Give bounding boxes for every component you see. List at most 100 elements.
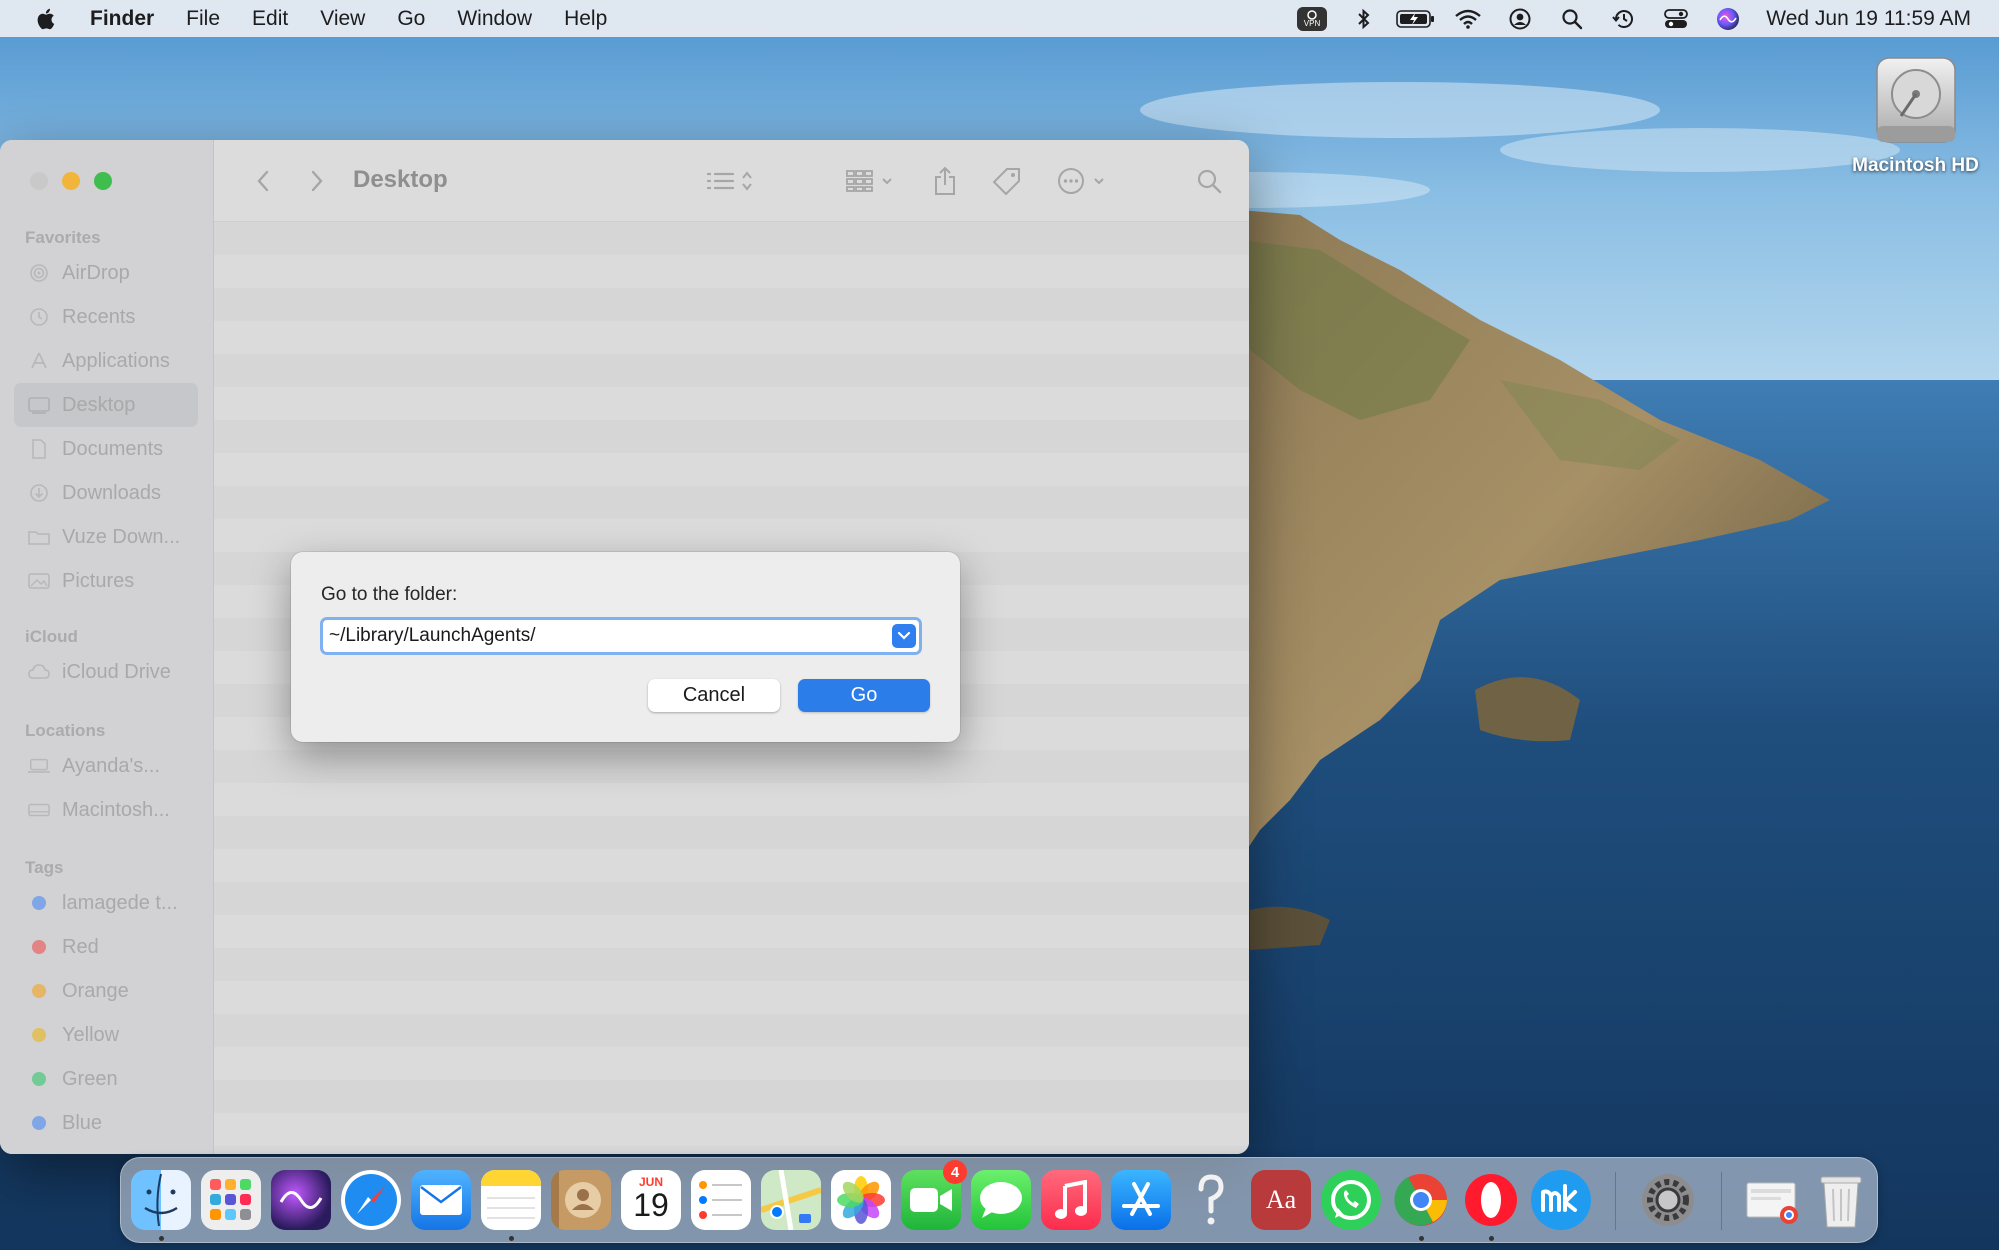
chevron-down-icon: [897, 631, 911, 640]
tag-orange-dot-icon: [32, 984, 46, 998]
sidebar-tag-orange[interactable]: Orange: [14, 969, 198, 1013]
dock-maps[interactable]: [761, 1170, 821, 1230]
dock-mail[interactable]: [411, 1170, 471, 1230]
tag-blue-dot-icon: [32, 896, 46, 910]
menu-file[interactable]: File: [170, 0, 236, 37]
cloud-icon: [28, 661, 50, 683]
dock-chrome[interactable]: [1391, 1170, 1451, 1230]
control-center-icon[interactable]: [1650, 0, 1702, 37]
folder-path-field: [320, 617, 922, 655]
path-history-dropdown[interactable]: [892, 624, 916, 648]
siri-icon[interactable]: [1702, 0, 1754, 37]
sidebar-item-documents[interactable]: Documents: [14, 427, 198, 471]
dock-notes[interactable]: [481, 1170, 541, 1230]
dock-safari[interactable]: [341, 1170, 401, 1230]
sidebar-tag-yellow[interactable]: Yellow: [14, 1013, 198, 1057]
dock-calendar[interactable]: JUN 19: [621, 1170, 681, 1230]
dock-siri[interactable]: [271, 1170, 331, 1230]
menu-window[interactable]: Window: [441, 0, 548, 37]
menu-edit[interactable]: Edit: [236, 0, 304, 37]
menubar-clock[interactable]: Wed Jun 19 11:59 AM: [1754, 7, 1971, 31]
sidebar-tag-blue[interactable]: Blue: [14, 1101, 198, 1145]
dock-facetime[interactable]: 4: [901, 1160, 967, 1230]
dock-reminders[interactable]: [691, 1170, 751, 1230]
minimize-window-button[interactable]: [62, 172, 80, 190]
view-options-button[interactable]: [704, 164, 762, 198]
sidebar-item-icloud-drive[interactable]: iCloud Drive: [14, 650, 198, 694]
battery-icon[interactable]: [1390, 0, 1442, 37]
sidebar-item-applications[interactable]: Applications: [14, 339, 198, 383]
tag-blue-dot-icon: [32, 1116, 46, 1130]
wifi-icon[interactable]: [1442, 0, 1494, 37]
dock-trash[interactable]: [1811, 1170, 1871, 1230]
close-window-button[interactable]: [30, 172, 48, 190]
sidebar-item-ayanda-mac[interactable]: Ayanda's...: [14, 744, 198, 788]
time-machine-icon[interactable]: [1598, 0, 1650, 37]
opera-icon: [1465, 1174, 1517, 1226]
sidebar-item-label: Red: [62, 935, 99, 958]
menu-app-finder[interactable]: Finder: [90, 0, 170, 37]
zoom-window-button[interactable]: [94, 172, 112, 190]
sidebar-item-pictures[interactable]: Pictures: [14, 559, 198, 603]
more-actions-button[interactable]: [1056, 164, 1114, 198]
dock-contacts[interactable]: [551, 1170, 611, 1230]
forward-button[interactable]: [302, 164, 332, 198]
calendar-day: 19: [633, 1187, 669, 1223]
apple-menu-icon[interactable]: [0, 7, 90, 31]
dock-opera[interactable]: [1461, 1170, 1521, 1230]
svg-text:VPN: VPN: [1304, 19, 1321, 28]
tags-button[interactable]: [990, 164, 1024, 198]
dock-app-store[interactable]: [1111, 1170, 1171, 1230]
clock-icon: [28, 306, 50, 328]
sidebar-item-macintosh-hd[interactable]: Macintosh...: [14, 788, 198, 832]
desktop-hd-label: Macintosh HD: [1852, 155, 1979, 176]
sidebar-item-desktop[interactable]: Desktop: [14, 383, 198, 427]
sidebar-tag-red[interactable]: Red: [14, 925, 198, 969]
sidebar-item-downloads[interactable]: Downloads: [14, 471, 198, 515]
facetime-badge: 4: [943, 1160, 967, 1184]
sidebar-item-recents[interactable]: Recents: [14, 295, 198, 339]
group-button[interactable]: [844, 164, 902, 198]
sidebar-item-label: Downloads: [62, 481, 161, 504]
dock-finder[interactable]: [131, 1170, 191, 1230]
menu-view[interactable]: View: [304, 0, 381, 37]
sidebar-item-vuze-downloads[interactable]: Vuze Down...: [14, 515, 198, 559]
grid-icon: [846, 170, 892, 192]
sidebar-header-icloud: iCloud: [25, 627, 78, 646]
sidebar-header-favorites: Favorites: [25, 228, 101, 247]
sidebar-tag-green[interactable]: Green: [14, 1057, 198, 1101]
dock-launchpad[interactable]: [201, 1170, 261, 1230]
dock-mk[interactable]: [1531, 1170, 1591, 1230]
spotlight-icon[interactable]: [1546, 0, 1598, 37]
menu-go[interactable]: Go: [381, 0, 441, 37]
dock-messages[interactable]: [971, 1170, 1031, 1230]
vpn-icon[interactable]: VPN: [1286, 0, 1338, 37]
notes-icon: [481, 1170, 541, 1219]
folder-path-input[interactable]: [329, 620, 889, 652]
user-icon[interactable]: [1494, 0, 1546, 37]
running-indicator: [509, 1236, 514, 1241]
dock-music[interactable]: [1041, 1170, 1101, 1230]
dock-downloads-stack[interactable]: [1743, 1170, 1803, 1230]
maps-icon: [761, 1170, 821, 1230]
menu-help[interactable]: Help: [548, 0, 623, 37]
running-indicator: [159, 1236, 164, 1241]
back-button[interactable]: [248, 164, 278, 198]
sidebar-tag-lamagede[interactable]: lamagede t...: [14, 881, 198, 925]
sidebar-item-airdrop[interactable]: AirDrop: [14, 251, 198, 295]
cancel-button[interactable]: Cancel: [648, 679, 780, 712]
search-button[interactable]: [1192, 164, 1226, 198]
bluetooth-icon[interactable]: [1338, 0, 1390, 37]
running-indicator: [1489, 1236, 1494, 1241]
sidebar-item-label: Orange: [62, 979, 129, 1002]
desktop-macintosh-hd[interactable]: Macintosh HD: [1838, 54, 1993, 177]
dock-photos[interactable]: [831, 1170, 891, 1230]
share-button[interactable]: [928, 164, 962, 198]
dock-dictionary[interactable]: Aa: [1251, 1170, 1311, 1230]
menu-bar: Finder File Edit View Go Window Help VPN: [0, 0, 1999, 37]
chrome-icon: [1394, 1174, 1447, 1226]
dock-system-preferences[interactable]: [1638, 1170, 1698, 1230]
go-button[interactable]: Go: [798, 679, 930, 712]
dock-help[interactable]: [1181, 1170, 1241, 1230]
dock-whatsapp[interactable]: [1321, 1170, 1381, 1230]
